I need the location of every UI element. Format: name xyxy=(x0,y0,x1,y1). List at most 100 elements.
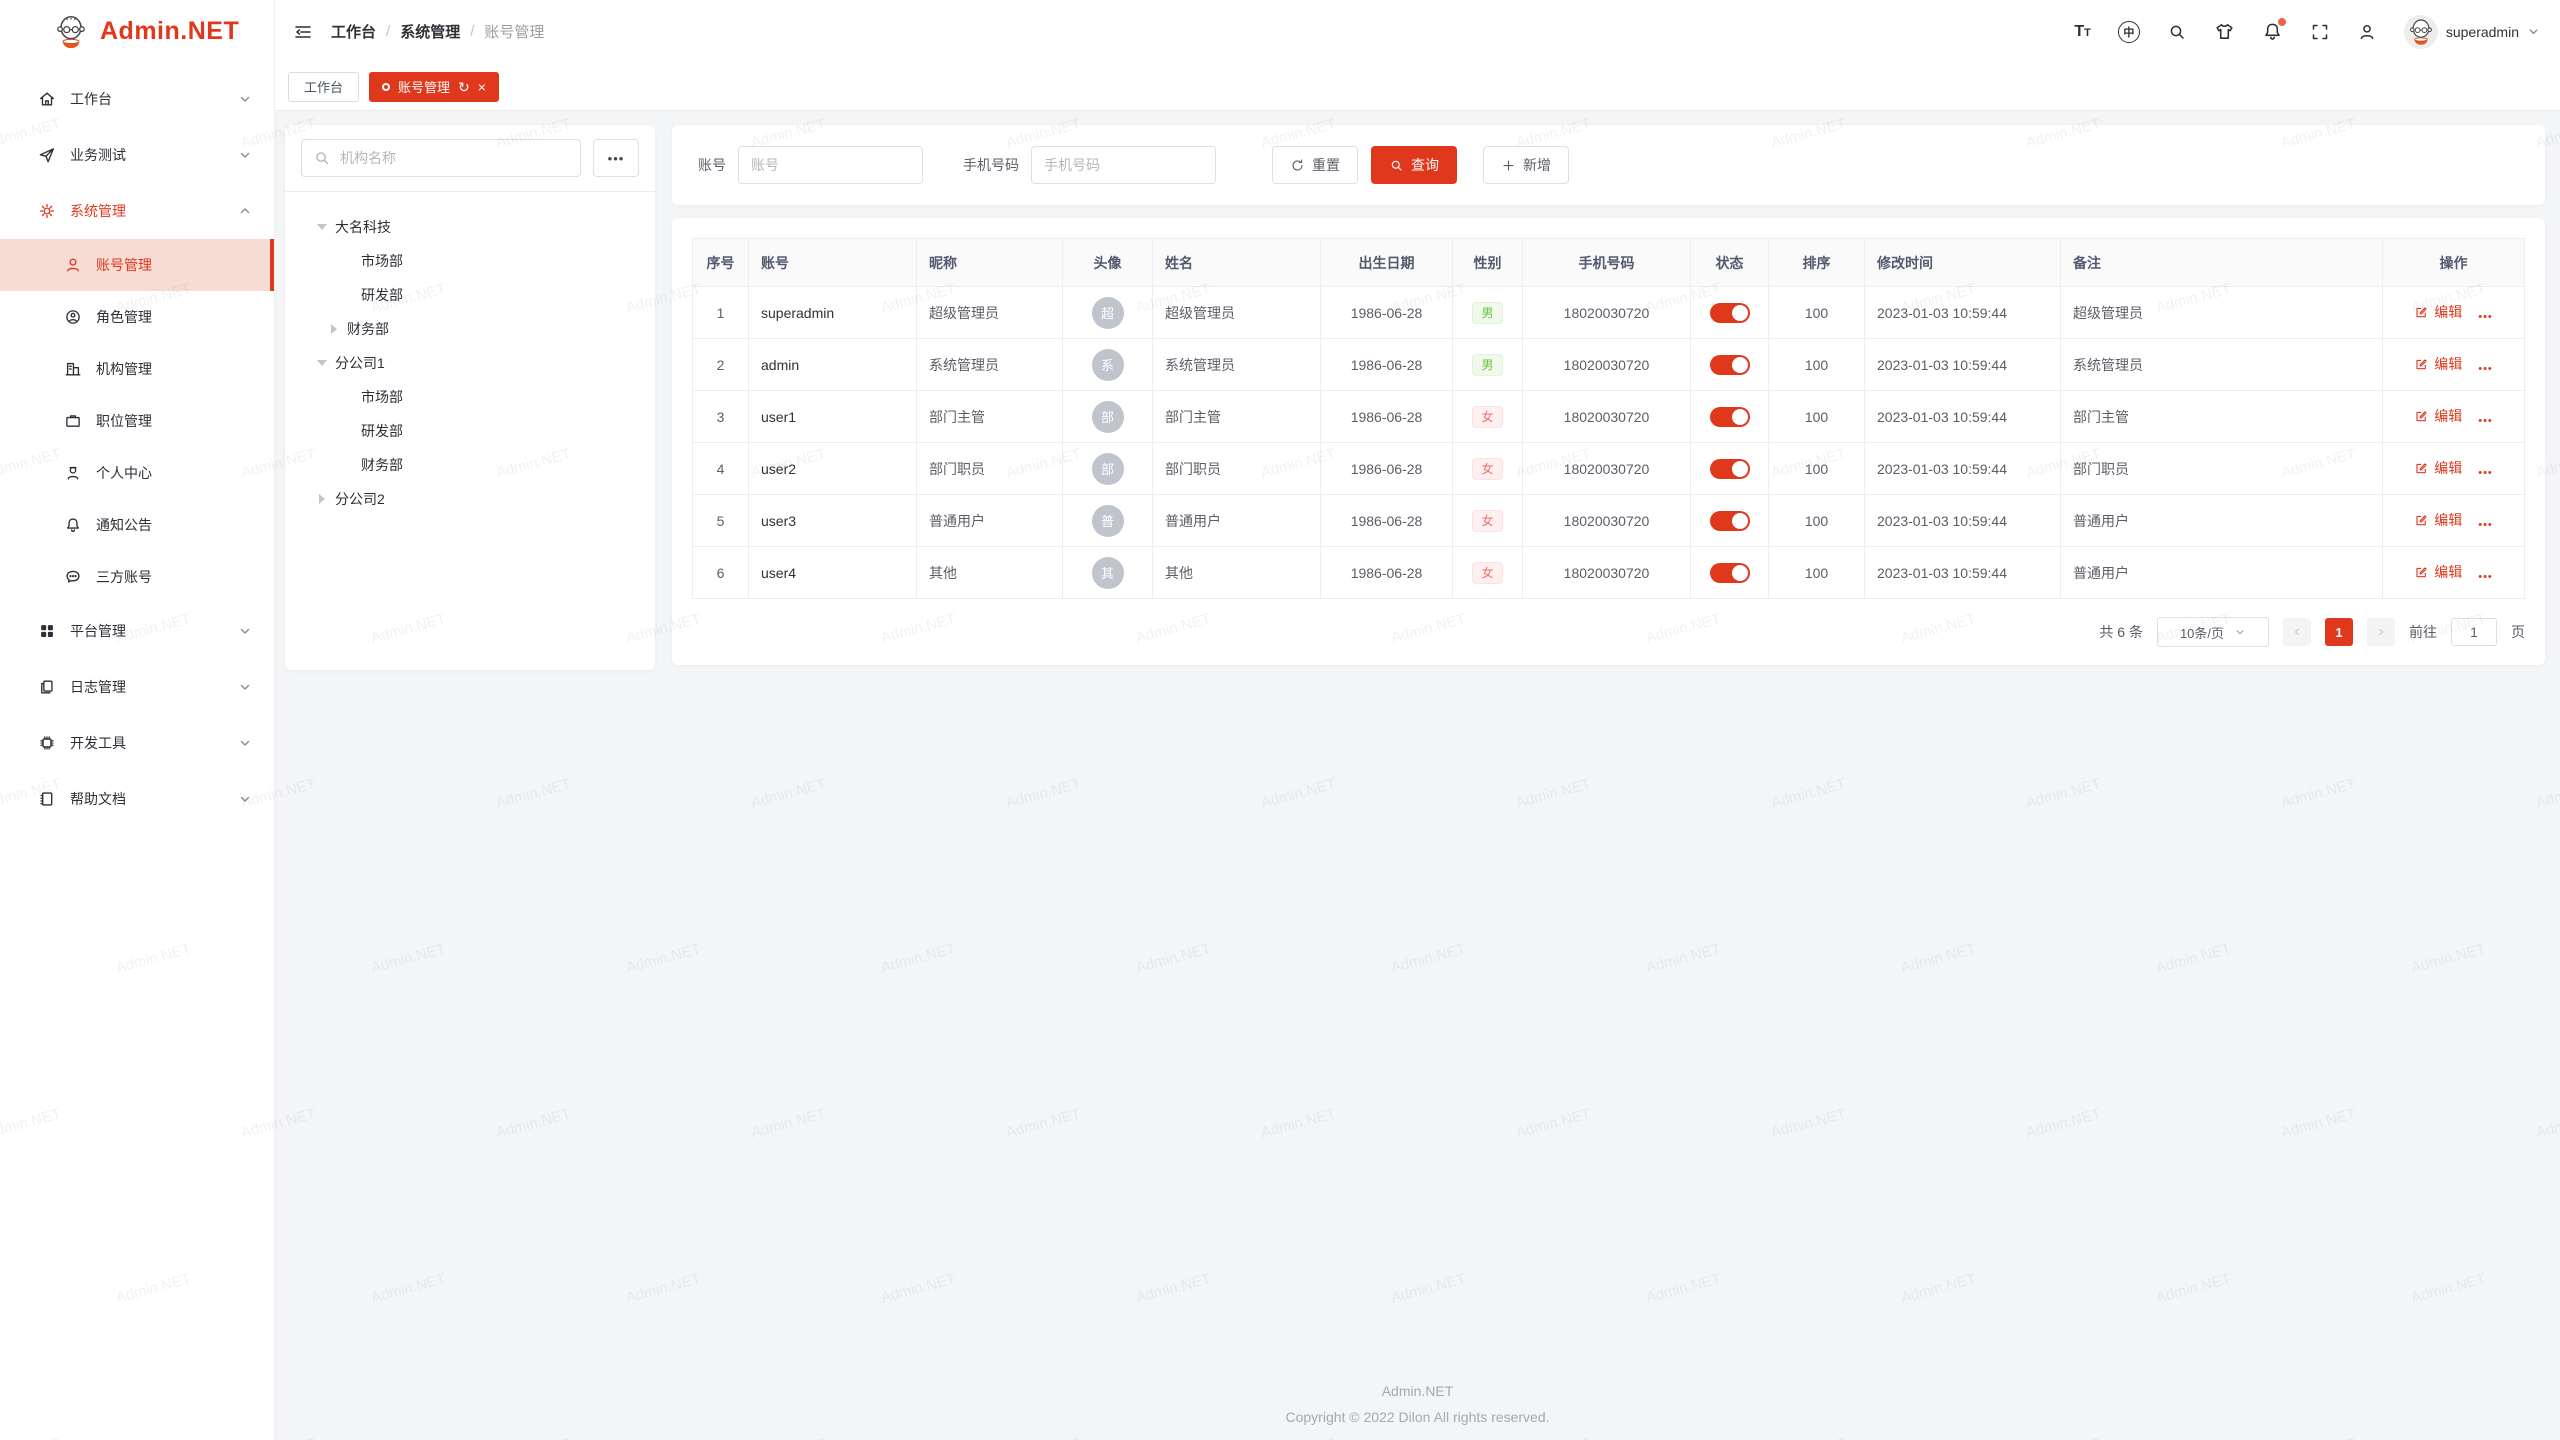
org-name-input[interactable] xyxy=(301,139,581,177)
edit-icon xyxy=(2414,565,2429,580)
caret-right-icon[interactable] xyxy=(315,494,329,504)
close-icon[interactable]: × xyxy=(478,80,486,94)
grid-icon xyxy=(38,622,56,640)
account-input[interactable] xyxy=(738,146,923,184)
avatar: 部 xyxy=(1092,453,1124,485)
font-size-icon[interactable]: TT xyxy=(2074,24,2091,40)
logo[interactable]: Admin.NET xyxy=(0,0,274,63)
refresh-icon[interactable]: ↻ xyxy=(458,80,470,94)
goto-page-input[interactable] xyxy=(2451,618,2497,646)
person-icon[interactable] xyxy=(2357,22,2377,42)
add-button[interactable]: 新增 xyxy=(1483,146,1569,184)
edit-button[interactable]: 编辑 xyxy=(2414,406,2462,426)
tag-view-bar: 工作台 账号管理 ↻ × xyxy=(275,63,2560,111)
sidebar-item-platform-management[interactable]: 平台管理 xyxy=(0,603,274,659)
sidebar: Admin.NET 工作台 业务测试 系统管理 账号管理 角色管理 机构管理 xyxy=(0,0,275,1440)
sidebar-item-position-management[interactable]: 职位管理 xyxy=(0,395,274,447)
sidebar-item-system-management[interactable]: 系统管理 xyxy=(0,183,274,239)
status-toggle[interactable] xyxy=(1710,563,1750,583)
tree-node[interactable]: 市场部 xyxy=(301,244,639,278)
gender-badge: 男 xyxy=(1472,354,1502,376)
status-toggle[interactable] xyxy=(1710,459,1750,479)
sidebar-item-third-party-account[interactable]: 三方账号 xyxy=(0,551,274,603)
fullscreen-icon[interactable] xyxy=(2310,22,2330,42)
more-actions-button[interactable]: ••• xyxy=(2478,571,2493,583)
more-actions-button[interactable]: ••• xyxy=(2478,519,2493,531)
edit-button[interactable]: 编辑 xyxy=(2414,510,2462,530)
caret-down-icon[interactable] xyxy=(315,224,329,230)
cpu-icon xyxy=(38,734,56,752)
gender-badge: 男 xyxy=(1472,302,1502,324)
sidebar-item-help-docs[interactable]: 帮助文档 xyxy=(0,771,274,827)
status-toggle[interactable] xyxy=(1710,407,1750,427)
sidebar-item-business-test[interactable]: 业务测试 xyxy=(0,127,274,183)
tree-node[interactable]: 大名科技 xyxy=(301,210,639,244)
table-row: 1 superadmin 超级管理员 超 超级管理员 1986-06-28 男 … xyxy=(693,287,2525,339)
page-size-select[interactable]: 10条/页 xyxy=(2157,617,2269,647)
current-page-button[interactable]: 1 xyxy=(2325,618,2353,646)
breadcrumb-separator: / xyxy=(386,23,390,40)
reset-button[interactable]: 重置 xyxy=(1272,146,1358,184)
edit-button[interactable]: 编辑 xyxy=(2414,354,2462,374)
sidebar-item-role-management[interactable]: 角色管理 xyxy=(0,291,274,343)
gender-badge: 女 xyxy=(1472,458,1502,480)
breadcrumb-system[interactable]: 系统管理 xyxy=(400,21,460,42)
next-page-button[interactable]: › xyxy=(2367,618,2395,646)
org-tree: 大名科技 市场部 研发部 财务部 分公司1 市场部 研发部 财务部 分公司2 xyxy=(301,210,639,516)
query-button[interactable]: 查询 xyxy=(1371,146,1457,184)
sidebar-item-notice[interactable]: 通知公告 xyxy=(0,499,274,551)
more-actions-button[interactable]: ••• xyxy=(2478,363,2493,375)
sidebar-item-workbench[interactable]: 工作台 xyxy=(0,71,274,127)
tree-node[interactable]: 研发部 xyxy=(301,278,639,312)
edit-button[interactable]: 编辑 xyxy=(2414,562,2462,582)
sidebar-menu: 工作台 业务测试 系统管理 账号管理 角色管理 机构管理 职位管理 xyxy=(0,63,274,827)
tab-workbench[interactable]: 工作台 xyxy=(288,72,359,102)
chevron-down-icon xyxy=(238,736,252,750)
home-icon xyxy=(38,90,56,108)
tree-node[interactable]: 研发部 xyxy=(301,414,639,448)
more-actions-button[interactable]: ••• xyxy=(2478,311,2493,323)
tree-node[interactable]: 财务部 xyxy=(301,448,639,482)
sidebar-item-account-management[interactable]: 账号管理 xyxy=(0,239,274,291)
edit-icon xyxy=(2414,357,2429,372)
sidebar-item-org-management[interactable]: 机构管理 xyxy=(0,343,274,395)
breadcrumb-workbench[interactable]: 工作台 xyxy=(331,21,376,42)
breadcrumb-separator: / xyxy=(470,23,474,40)
tree-node[interactable]: 分公司2 xyxy=(301,482,639,516)
notification-bell-icon[interactable] xyxy=(2262,21,2283,42)
goto-unit: 页 xyxy=(2511,622,2525,642)
edit-button[interactable]: 编辑 xyxy=(2414,302,2462,322)
tab-account-management[interactable]: 账号管理 ↻ × xyxy=(369,72,499,102)
gender-badge: 女 xyxy=(1472,562,1502,584)
tree-node[interactable]: 市场部 xyxy=(301,380,639,414)
more-actions-button[interactable]: ••• xyxy=(2478,467,2493,479)
sidebar-item-personal-center[interactable]: 个人中心 xyxy=(0,447,274,499)
chevron-down-icon xyxy=(238,92,252,106)
search-icon[interactable] xyxy=(2167,22,2187,42)
theme-shirt-icon[interactable] xyxy=(2214,21,2235,42)
phone-input[interactable] xyxy=(1031,146,1216,184)
language-icon[interactable]: 中 xyxy=(2118,21,2140,43)
user-menu[interactable]: superadmin xyxy=(2404,15,2540,49)
main-content: ••• 大名科技 市场部 研发部 财务部 分公司1 市场部 研发部 财务部 分公… xyxy=(275,111,2560,1440)
collapse-menu-icon[interactable] xyxy=(293,22,313,42)
account-table: 序号 账号 昵称 头像 姓名 出生日期 性别 手机号码 状态 排序 修改时间 备… xyxy=(692,238,2525,599)
edit-icon xyxy=(2414,305,2429,320)
chevron-up-icon xyxy=(238,204,252,218)
status-toggle[interactable] xyxy=(1710,355,1750,375)
prev-page-button[interactable]: ‹ xyxy=(2283,618,2311,646)
status-toggle[interactable] xyxy=(1710,511,1750,531)
chevron-down-icon xyxy=(238,624,252,638)
more-actions-button[interactable]: ••• xyxy=(2478,415,2493,427)
edit-icon xyxy=(2414,513,2429,528)
tree-more-button[interactable]: ••• xyxy=(593,139,639,177)
refresh-icon xyxy=(1290,158,1305,173)
caret-right-icon[interactable] xyxy=(327,324,341,334)
edit-button[interactable]: 编辑 xyxy=(2414,458,2462,478)
caret-down-icon[interactable] xyxy=(315,360,329,366)
tree-node[interactable]: 财务部 xyxy=(301,312,639,346)
tree-node[interactable]: 分公司1 xyxy=(301,346,639,380)
sidebar-item-dev-tools[interactable]: 开发工具 xyxy=(0,715,274,771)
status-toggle[interactable] xyxy=(1710,303,1750,323)
sidebar-item-log-management[interactable]: 日志管理 xyxy=(0,659,274,715)
